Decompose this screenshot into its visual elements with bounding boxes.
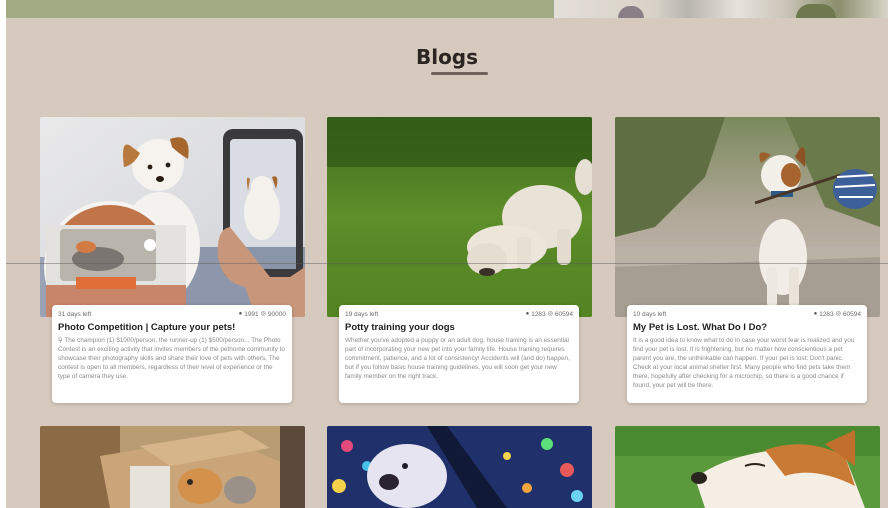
banner-image <box>554 0 888 18</box>
cats-in-box-image[interactable] <box>40 426 305 508</box>
blog-excerpt: Whether you've adopted a puppy or an adu… <box>345 337 570 380</box>
days-left: 19 days left <box>345 311 379 318</box>
blog-card-potty-training[interactable]: 19 days left ● 1283 ◎ 60594 Potty traini… <box>327 117 592 404</box>
blog-card-lost-pet[interactable]: 10 days left ● 1283 ◎ 60594 My Pet is Lo… <box>615 117 880 404</box>
blog-card-info: 10 days left ● 1283 ◎ 60594 My Pet is Lo… <box>627 305 867 403</box>
corgi-grass-image[interactable] <box>615 426 880 508</box>
top-banner-strip <box>6 0 888 18</box>
section-title: Blogs <box>415 45 479 69</box>
comment-count: 1283 <box>819 311 834 318</box>
blog-title[interactable]: My Pet is Lost. What Do I Do? <box>633 322 861 334</box>
dog-bokeh-lights-image[interactable] <box>327 426 592 508</box>
days-left: 31 days left <box>58 311 92 318</box>
comment-count: 1991 <box>244 311 259 318</box>
title-underline <box>431 72 488 75</box>
blog-card-info: 19 days left ● 1283 ◎ 60594 Potty traini… <box>339 305 579 403</box>
comment-icon: ● <box>813 311 818 317</box>
view-count: 60594 <box>554 311 573 318</box>
blog-title[interactable]: Potty training your dogs <box>345 322 573 334</box>
view-count: 90000 <box>267 311 286 318</box>
view-count: 60594 <box>842 311 861 318</box>
dog-phone-photo-image[interactable] <box>40 117 305 317</box>
eye-icon: ◎ <box>260 311 266 317</box>
page: Blogs 31 days left ● 1991 ◎ 90000 Photo … <box>6 0 888 508</box>
dog-bindle-road-image[interactable] <box>615 117 880 317</box>
blog-card-info: 31 days left ● 1991 ◎ 90000 Photo Compet… <box>52 305 292 403</box>
eye-icon: ◎ <box>547 311 553 317</box>
days-left: 10 days left <box>633 311 667 318</box>
blog-excerpt: It is a good idea to know what to do in … <box>633 337 855 389</box>
eye-icon: ◎ <box>835 311 841 317</box>
comment-count: 1283 <box>531 311 546 318</box>
blog-title[interactable]: Photo Competition | Capture your pets! <box>58 322 286 334</box>
comment-icon: ● <box>238 311 243 317</box>
poodle-grass-image[interactable] <box>327 117 592 317</box>
blog-excerpt: The champion (1) $1000/person, the runne… <box>58 337 285 380</box>
blog-card-photo-competition[interactable]: 31 days left ● 1991 ◎ 90000 Photo Compet… <box>40 117 305 404</box>
comment-icon: ● <box>525 311 530 317</box>
divider-line <box>6 263 888 264</box>
